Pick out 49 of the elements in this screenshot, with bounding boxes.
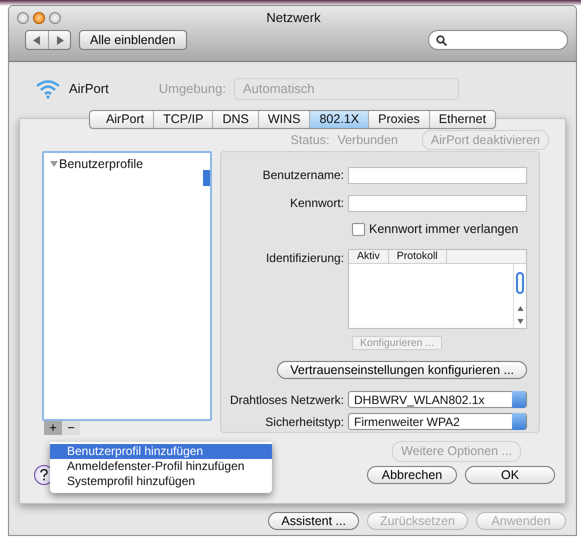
tab[interactable]: AirPort [90,111,154,128]
field-label: Sicherheitstyp: [264,414,345,431]
password-field[interactable] [348,194,527,212]
status-label: Status: [290,132,330,149]
window-control-icon[interactable] [49,12,61,24]
wifi-icon [35,79,61,99]
dialog-button[interactable]: OK [465,466,555,484]
window-title: Netzwerk [265,10,322,26]
window-control-icon[interactable] [17,12,29,24]
field-label: Identifizierung: [264,250,345,267]
search-field[interactable] [428,30,568,50]
tab[interactable]: TCP/IP [153,111,212,128]
column-header[interactable]: Aktiv [349,250,389,263]
back-forward-buttons[interactable] [25,30,71,50]
dialog-button[interactable]: Abbrechen [367,466,457,484]
tab[interactable]: DNS [212,111,258,128]
status-value: Verbunden [337,132,398,149]
tab[interactable]: Proxies [368,111,429,128]
scroll-arrows-icon[interactable] [516,304,525,326]
authentication-table[interactable]: Aktiv Protokoll [348,248,527,329]
location-label: Umgebung: [158,80,226,98]
disclosure-triangle-icon[interactable] [50,161,58,168]
question-mark-icon [40,468,48,481]
network-dropdown[interactable]: DHBWRV_WLAN802.1x [348,391,527,408]
menu-item[interactable]: Systemprofil hinzufügen [50,474,272,489]
tab[interactable]: Ethernet [428,111,496,128]
add-button[interactable]: + [44,421,62,435]
service-name: AirPort [69,80,109,98]
footer-button[interactable]: Assistent ... [268,512,359,530]
profile-list[interactable]: Benutzerprofile [42,151,212,421]
field-label: Kennwort: [288,195,345,212]
window-control-icon[interactable] [33,12,45,24]
field-label: Drahtloses Netzwerk: [228,392,345,409]
show-all-button[interactable]: Alle einblenden [79,30,186,50]
security-dropdown[interactable]: Firmenweiter WPA2 [348,413,527,430]
search-icon [436,34,447,46]
remove-button[interactable]: − [62,421,80,435]
profile-group-header[interactable]: Benutzerprofile [59,155,144,174]
username-field[interactable] [348,166,527,184]
field-label: Benutzername: [262,167,345,184]
checkbox[interactable] [352,222,365,236]
trust-settings-button[interactable]: Vertrauenseinstellungen konfigurieren ... [277,360,527,379]
column-header[interactable]: Protokoll [388,250,447,263]
tab[interactable]: 802.1X [309,111,368,128]
selection-indicator [203,170,210,186]
menu-item[interactable]: Benutzerprofil hinzufügen [50,444,272,459]
scrollbar-thumb[interactable] [516,272,524,294]
checkbox-label[interactable]: Kennwort immer verlangen [369,220,518,239]
menu-item[interactable]: Anmeldefenster-Profil hinzufügen [50,459,272,474]
